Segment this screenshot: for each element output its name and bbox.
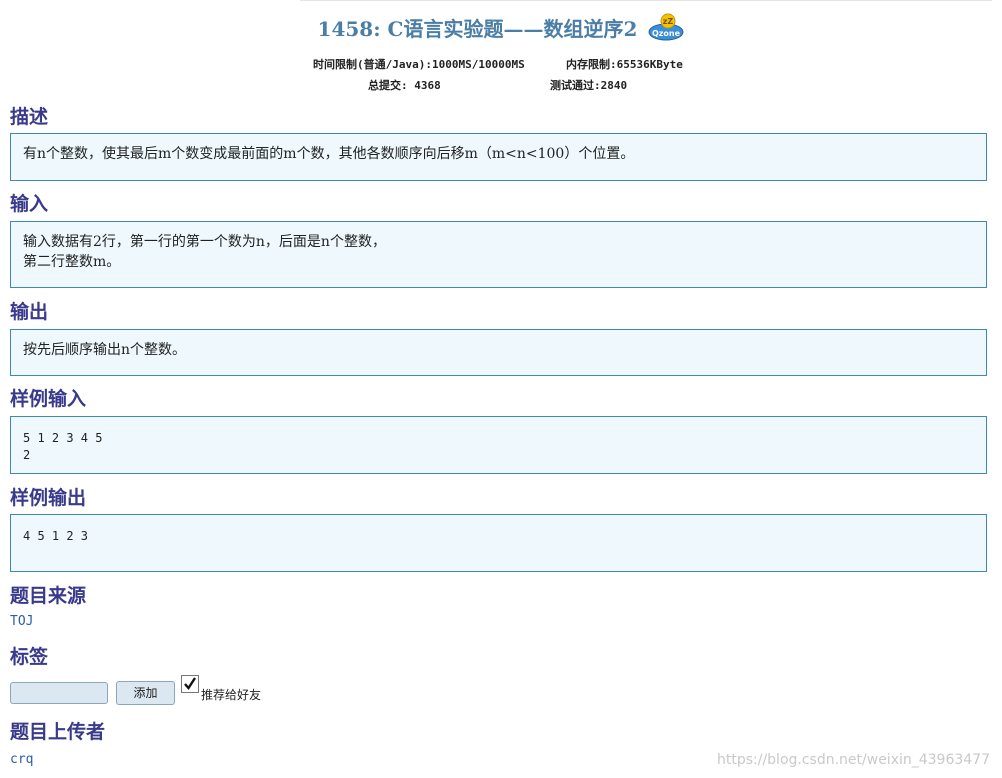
recommend-label: 推荐给好友 bbox=[201, 688, 262, 702]
tag-input[interactable] bbox=[10, 682, 108, 704]
sample-input-box: 5 1 2 3 4 5 2 bbox=[10, 416, 987, 474]
uploader-heading: 题目上传者 bbox=[10, 721, 106, 743]
sample-output-line-1: 4 5 1 2 3 bbox=[23, 529, 89, 543]
output-heading: 输出 bbox=[10, 301, 49, 323]
checkmark-icon bbox=[184, 677, 197, 690]
total-submissions: 总提交: 4368 bbox=[368, 79, 441, 92]
sample-output-box: 4 5 1 2 3 bbox=[10, 514, 987, 572]
page-title: 1458: C语言实验题——数组逆序2 bbox=[317, 16, 638, 41]
input-text-line-2: 第二行整数m。 bbox=[23, 254, 121, 270]
svg-text:zZ: zZ bbox=[663, 17, 674, 26]
output-box: 按先后顺序输出n个整数。 bbox=[10, 329, 987, 376]
memory-limit: 内存限制:65536KByte bbox=[566, 58, 683, 71]
sample-input-line-1: 5 1 2 3 4 5 bbox=[23, 431, 103, 445]
uploader-link[interactable]: crq bbox=[10, 752, 33, 767]
description-text: 有n个整数，使其最后m个数变成最前面的m个数，其他各数顺序向后移m（m<n<10… bbox=[23, 146, 635, 162]
source-link[interactable]: TOJ bbox=[10, 614, 33, 629]
sample-input-heading: 样例输入 bbox=[10, 388, 87, 410]
accepted-count: 测试通过:2840 bbox=[550, 79, 628, 92]
description-heading: 描述 bbox=[10, 106, 49, 128]
input-box: 输入数据有2行，第一行的第一个数为n，后面是n个整数， 第二行整数m。 bbox=[10, 221, 987, 288]
tags-heading: 标签 bbox=[10, 646, 49, 668]
sample-input-line-2: 2 bbox=[23, 448, 31, 462]
input-heading: 输入 bbox=[10, 193, 49, 215]
output-text: 按先后顺序输出n个整数。 bbox=[23, 342, 187, 358]
recommend-checkbox[interactable] bbox=[181, 675, 199, 693]
svg-text:Qzone: Qzone bbox=[652, 29, 681, 38]
csdn-watermark: https://blog.csdn.net/weixin_43963477 bbox=[716, 752, 990, 768]
add-tag-button[interactable]: 添加 bbox=[116, 681, 175, 705]
problem-header: 1458: C语言实验题——数组逆序2 zZ Qzone bbox=[0, 12, 1002, 42]
qzone-share-icon[interactable]: zZ Qzone bbox=[648, 12, 684, 42]
top-divider bbox=[300, 0, 992, 1]
description-box: 有n个整数，使其最后m个数变成最前面的m个数，其他各数顺序向后移m（m<n<10… bbox=[10, 133, 987, 181]
time-limit: 时间限制(普通/Java):1000MS/10000MS bbox=[313, 58, 525, 71]
sample-output-heading: 样例输出 bbox=[10, 487, 87, 509]
source-heading: 题目来源 bbox=[10, 585, 87, 607]
input-text-line-1: 输入数据有2行，第一行的第一个数为n，后面是n个整数， bbox=[23, 234, 386, 250]
